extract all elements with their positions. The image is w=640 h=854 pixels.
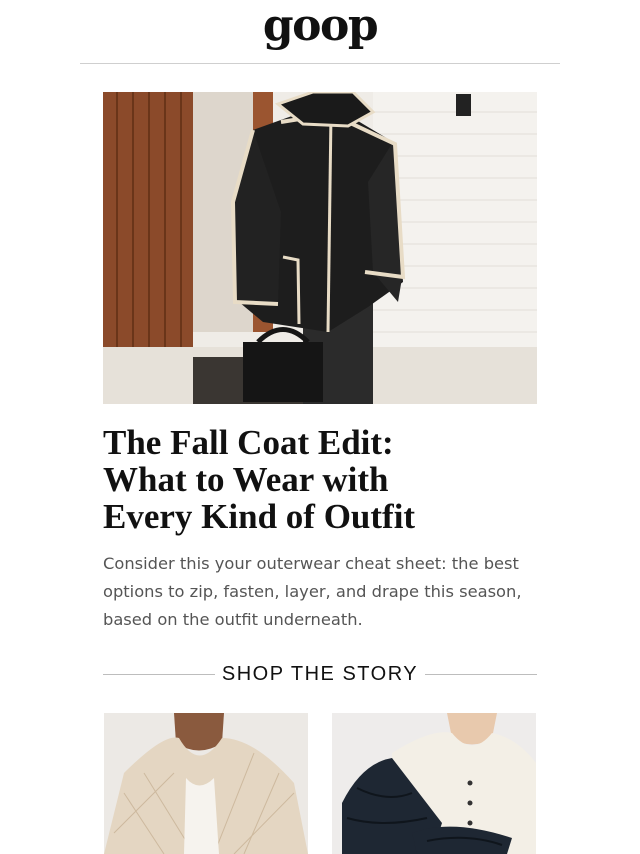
article-dek: Consider this your outerwear cheat sheet… xyxy=(103,550,543,634)
divider-rule xyxy=(425,674,537,675)
headline-line: What to Wear with xyxy=(103,460,389,499)
email-header: goop xyxy=(80,0,560,64)
product-image-quilted-jacket[interactable] xyxy=(104,713,308,854)
hero-image[interactable] xyxy=(103,92,537,404)
goop-logo[interactable]: goop xyxy=(80,0,560,52)
dek-line: based on the outfit underneath. xyxy=(103,610,363,629)
product-image-navy-puffer[interactable] xyxy=(332,713,536,854)
headline-line: Every Kind of Outfit xyxy=(103,497,416,536)
article-headline[interactable]: The Fall Coat Edit: What to Wear with Ev… xyxy=(103,424,543,535)
dek-line: Consider this your outerwear cheat sheet… xyxy=(103,554,519,573)
shop-the-story-divider: SHOP THE STORY xyxy=(103,660,537,688)
dek-line: options to zip, fasten, layer, and drape… xyxy=(103,582,522,601)
headline-line: The Fall Coat Edit: xyxy=(103,423,394,462)
